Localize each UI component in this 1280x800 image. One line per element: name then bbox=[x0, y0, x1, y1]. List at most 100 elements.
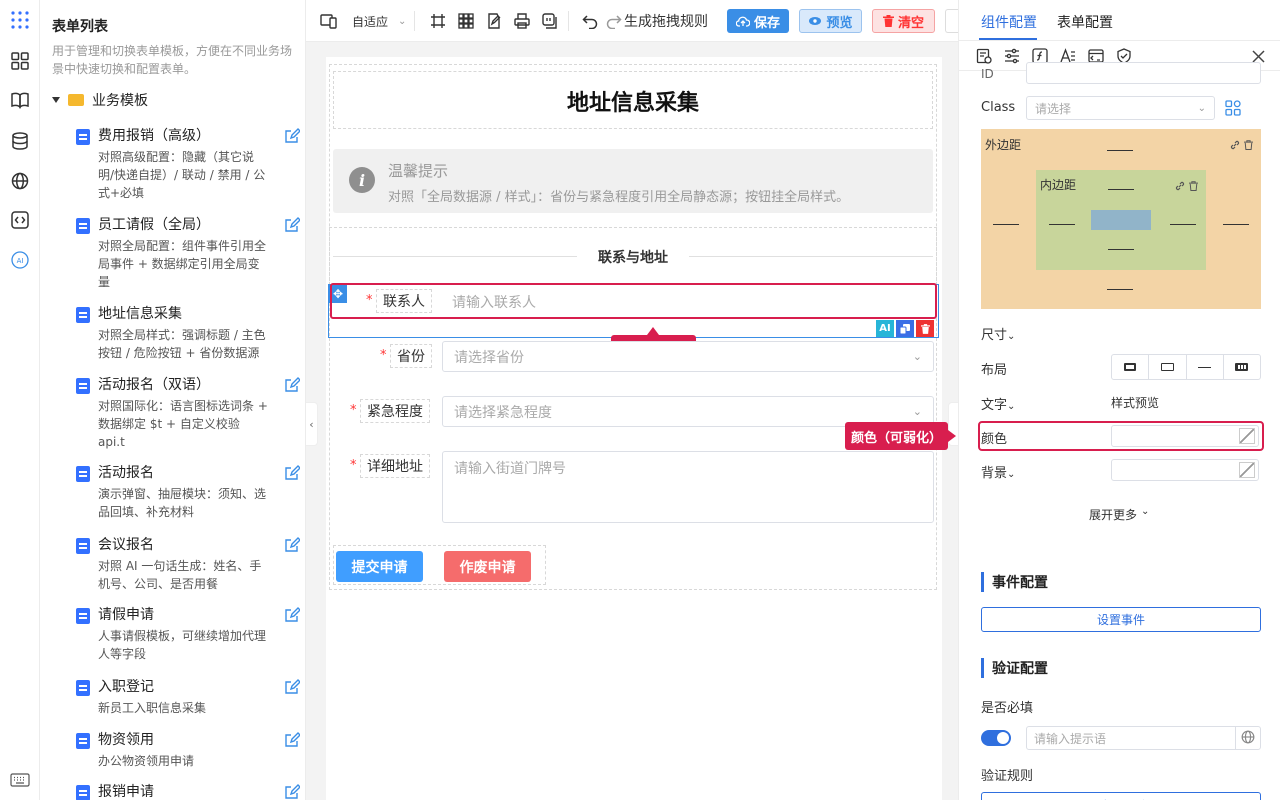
preview-button[interactable]: 预览 bbox=[799, 9, 862, 33]
bg-label: 背景 bbox=[981, 466, 1008, 481]
props-icon[interactable] bbox=[975, 47, 993, 65]
add-rule-button[interactable]: 验证规则 bbox=[981, 792, 1261, 800]
text-toggle[interactable]: 文字⌄ bbox=[981, 394, 1015, 413]
code-icon[interactable] bbox=[10, 210, 30, 230]
delete-icon[interactable] bbox=[916, 320, 934, 337]
info-icon: i bbox=[349, 167, 375, 193]
layout-inline-icon bbox=[1160, 363, 1174, 371]
template-list-panel: 表单列表 用于管理和切换表单模板，方便在不同业务场景中快速切换和配置表单。 业务… bbox=[40, 0, 306, 800]
template-desc: 对照 AI 一句话生成：姓名、手机号、公司、是否用餐 bbox=[98, 559, 262, 591]
clear-button[interactable]: 清空 bbox=[872, 9, 935, 33]
size-toggle[interactable]: 尺寸⌄ bbox=[981, 324, 1015, 343]
group-business-templates[interactable]: 业务模板 bbox=[52, 90, 148, 110]
edit-icon[interactable] bbox=[284, 679, 300, 695]
globe-icon[interactable] bbox=[10, 171, 30, 191]
edit-icon[interactable] bbox=[284, 377, 300, 393]
edit-icon[interactable] bbox=[284, 465, 300, 481]
expand-more-button[interactable]: 展开更多 ⌄ bbox=[1089, 506, 1149, 523]
bg-input[interactable] bbox=[1111, 459, 1259, 481]
tab-form-config[interactable]: 表单配置 bbox=[1057, 12, 1113, 34]
adapt-value: 自适应 bbox=[352, 14, 389, 29]
padding-top-value[interactable] bbox=[1108, 189, 1134, 190]
frame-icon[interactable] bbox=[430, 11, 446, 31]
book-icon[interactable] bbox=[10, 90, 30, 110]
adapt-select[interactable]: 自适应 ⌄ bbox=[352, 11, 406, 31]
copy-icon[interactable] bbox=[896, 320, 914, 337]
layout-text-option[interactable] bbox=[1187, 355, 1224, 379]
field-label: 省份 bbox=[390, 344, 432, 368]
form-file-icon bbox=[76, 218, 90, 234]
template-name: 物资领用 bbox=[98, 732, 154, 748]
sliders-icon[interactable] bbox=[1003, 47, 1021, 65]
link-icon[interactable] bbox=[1230, 139, 1240, 150]
padding-right-value[interactable] bbox=[1170, 224, 1196, 225]
edit-icon[interactable] bbox=[284, 784, 300, 800]
grid-icon[interactable] bbox=[458, 11, 474, 31]
hint-input[interactable]: 请输入提示语 bbox=[1026, 726, 1261, 750]
collapse-left-button[interactable]: ‹ bbox=[306, 402, 318, 446]
content-box bbox=[1091, 210, 1151, 230]
divider-line bbox=[333, 256, 577, 257]
keyboard-icon[interactable] bbox=[10, 770, 30, 790]
redo-icon[interactable] bbox=[606, 11, 622, 31]
set-event-button[interactable]: 设置事件 bbox=[981, 607, 1261, 632]
callout-arrow bbox=[948, 430, 956, 442]
edit-icon[interactable] bbox=[284, 217, 300, 233]
layout-flex-option[interactable] bbox=[1224, 355, 1260, 379]
bg-toggle[interactable]: 背景⌄ bbox=[981, 462, 1015, 481]
generate-rule-button[interactable]: 生成拖拽规则 bbox=[624, 11, 708, 31]
apps-icon[interactable] bbox=[10, 10, 30, 30]
json-icon[interactable] bbox=[542, 11, 558, 31]
globe-icon[interactable] bbox=[1241, 730, 1256, 745]
ai-action-icon[interactable]: AI bbox=[876, 320, 894, 337]
components-icon[interactable] bbox=[10, 51, 30, 71]
layout-inline-option[interactable] bbox=[1149, 355, 1187, 379]
tab-component-config[interactable]: 组件配置 bbox=[981, 12, 1037, 34]
margin-bottom-value[interactable] bbox=[1107, 289, 1133, 290]
class-select[interactable]: 请选择 ⌄ bbox=[1026, 96, 1215, 120]
edit-doc-icon[interactable] bbox=[486, 11, 502, 31]
class-placeholder: 请选择 bbox=[1035, 101, 1072, 116]
required-toggle[interactable] bbox=[981, 730, 1011, 746]
padding-left-value[interactable] bbox=[1049, 224, 1075, 225]
id-input[interactable] bbox=[1026, 62, 1261, 84]
color-picker-icon[interactable] bbox=[1239, 428, 1255, 444]
color-input[interactable] bbox=[1111, 425, 1259, 447]
ai-icon[interactable]: AI bbox=[10, 250, 30, 270]
layout-block-option[interactable] bbox=[1112, 355, 1150, 379]
address-textarea[interactable]: 请输入街道门牌号 bbox=[442, 451, 934, 523]
id-label: ID bbox=[981, 67, 994, 81]
link-icon[interactable] bbox=[1175, 180, 1185, 191]
bg-picker-icon[interactable] bbox=[1239, 462, 1255, 478]
margin-top-value[interactable] bbox=[1107, 150, 1133, 151]
trash-icon[interactable] bbox=[1244, 139, 1254, 150]
trash-icon[interactable] bbox=[1189, 180, 1199, 191]
edit-icon[interactable] bbox=[284, 732, 300, 748]
province-select[interactable]: 请选择省份 ⌄ bbox=[442, 341, 934, 372]
padding-bottom-value[interactable] bbox=[1108, 249, 1134, 250]
more-button[interactable] bbox=[945, 9, 958, 33]
undo-icon[interactable] bbox=[582, 11, 598, 31]
print-icon[interactable] bbox=[514, 11, 530, 31]
input-divider bbox=[1235, 727, 1236, 749]
contact-input[interactable]: 请输入联系人 bbox=[441, 287, 933, 316]
submit-button[interactable]: 提交申请 bbox=[336, 551, 423, 582]
margin-box: 外边距 内边距 bbox=[981, 129, 1261, 309]
edit-icon[interactable] bbox=[284, 607, 300, 623]
margin-right-value[interactable] bbox=[1223, 224, 1249, 225]
edit-icon[interactable] bbox=[284, 128, 300, 144]
edit-icon[interactable] bbox=[284, 537, 300, 553]
save-button[interactable]: 保存 bbox=[727, 9, 789, 33]
chevron-down-icon: ⌄ bbox=[1197, 102, 1206, 114]
padding-box: 内边距 bbox=[1036, 170, 1206, 270]
layout-text-icon bbox=[1198, 366, 1212, 368]
device-icon[interactable] bbox=[320, 11, 338, 31]
class-manage-icon[interactable] bbox=[1225, 100, 1241, 116]
void-button[interactable]: 作废申请 bbox=[444, 551, 531, 582]
margin-left-value[interactable] bbox=[993, 224, 1019, 225]
template-desc: 新员工入职信息采集 bbox=[98, 701, 207, 715]
chevron-down-icon: ⌄ bbox=[398, 15, 407, 27]
field-label: 联系人 bbox=[376, 289, 432, 313]
config-panel: 组件配置 表单配置 ID Class 请选择 ⌄ 外边距 内边距 尺寸⌄ 布局 … bbox=[958, 0, 1280, 800]
database-icon[interactable] bbox=[10, 131, 30, 151]
